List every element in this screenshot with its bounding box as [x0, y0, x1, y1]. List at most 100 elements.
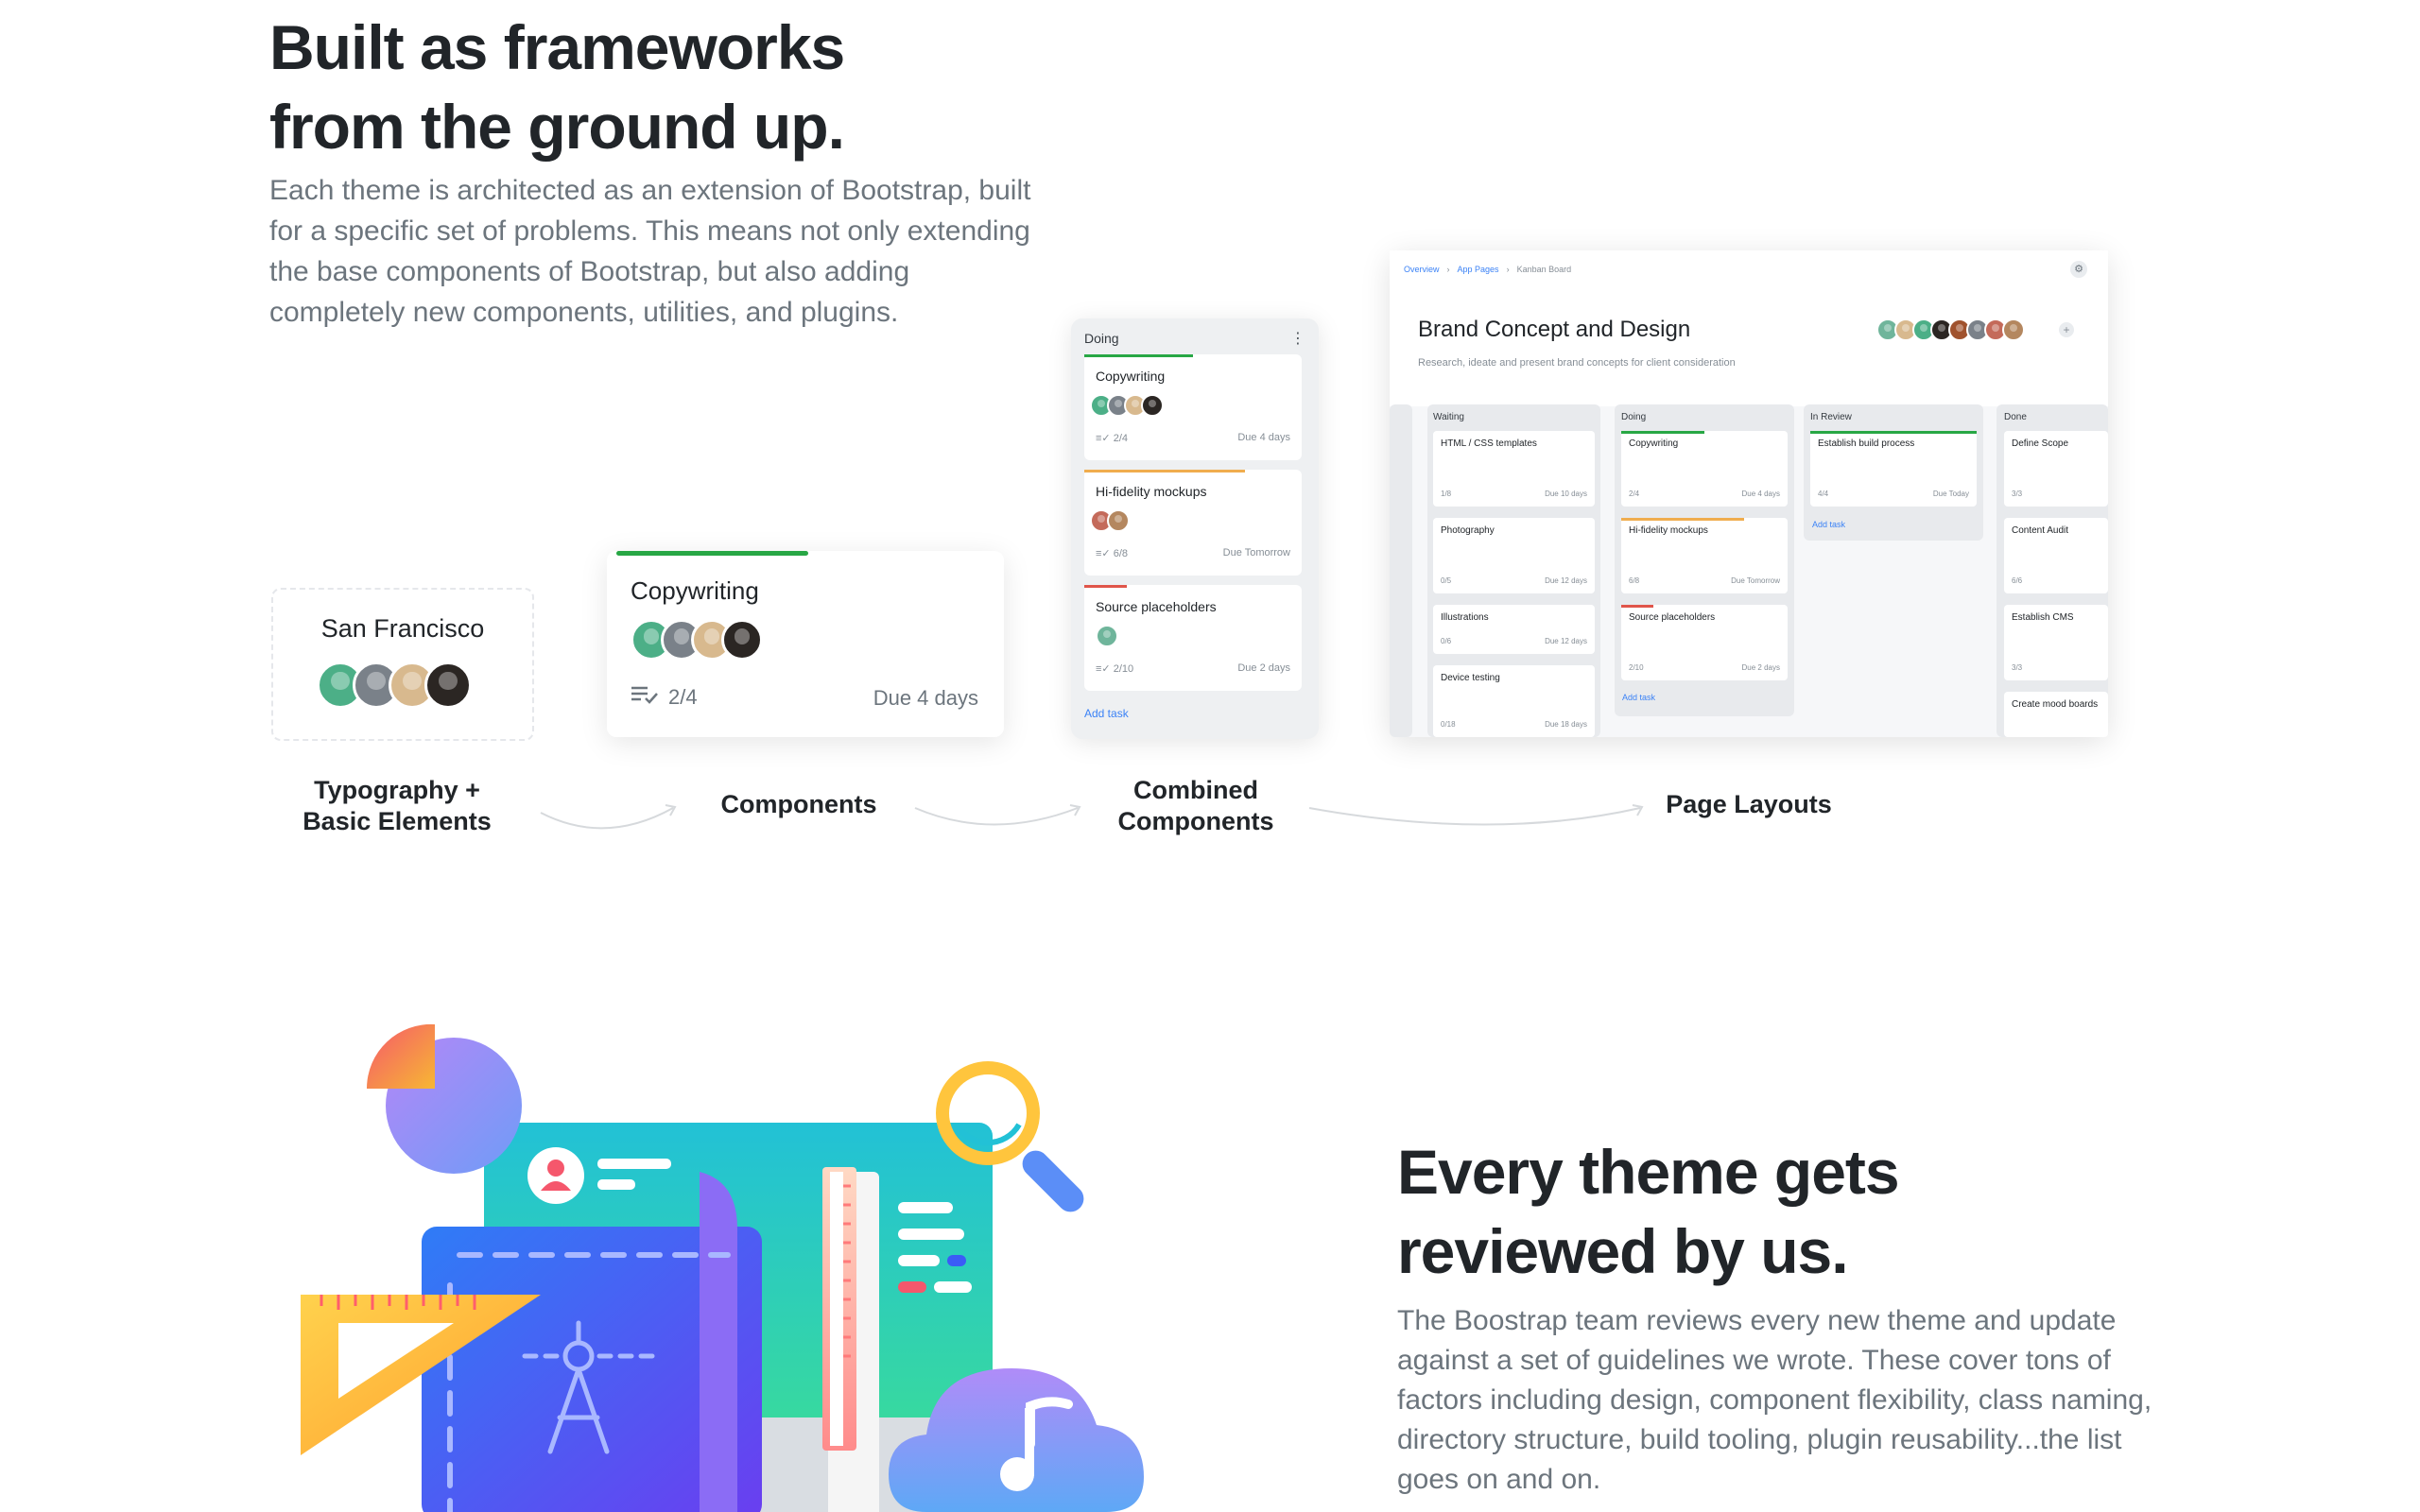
kanban-card[interactable]: Content Audit 6/6 [2004, 518, 2108, 593]
task-checklist-count: 2/4 [1113, 433, 1128, 444]
kanban-card-checklist: 0/6 [1441, 637, 1452, 645]
breadcrumb-separator: › [1446, 265, 1450, 274]
stage-label-components: Components [720, 790, 877, 818]
stage-label-typography-line1: Typography + [314, 776, 480, 804]
kanban-card[interactable]: Illustrations 0/6 Due 12 days [1433, 605, 1595, 654]
kanban-card-checklist: 3/3 [2012, 663, 2023, 672]
arrow-head [1069, 804, 1081, 816]
task-avatars [1096, 625, 1118, 647]
task-progress-bar [1084, 470, 1245, 472]
gear-icon[interactable]: ⚙ [2070, 261, 2087, 278]
kanban-card-title: Establish CMS [2012, 612, 2074, 623]
kanban-column-title: Done [2004, 412, 2027, 422]
kanban-card-checklist: 0/18 [1441, 720, 1456, 729]
kanban-column-title: In Review [1810, 412, 1852, 422]
hero-lead: Each theme is architected as an extensio… [269, 175, 1031, 328]
add-task-link[interactable]: Add task [1812, 520, 1845, 529]
task-checklist-count: 2/10 [1113, 663, 1134, 675]
component-card-title: Copywriting [631, 576, 759, 605]
task-progress-bar [1084, 354, 1193, 357]
blueprint-fold [700, 1172, 737, 1512]
kanban-card-checklist: 4/4 [1818, 490, 1829, 498]
magnifier-icon-handle [1022, 1150, 1084, 1212]
add-task-link[interactable]: Add task [1622, 693, 1655, 702]
hero-title-line1: Built as frameworks [269, 12, 845, 82]
kanban-card-title: Hi-fidelity mockups [1629, 525, 1708, 536]
task-checklist-count: 6/8 [1113, 548, 1128, 559]
add-member-icon[interactable]: + [2059, 322, 2074, 337]
kanban-card-checklist: 6/8 [1629, 576, 1640, 585]
task-checklist: ≡✓ 2/4 [1096, 433, 1128, 444]
review-illustration [301, 1023, 1144, 1512]
more-vertical-icon[interactable]: ⋮ [1290, 329, 1305, 348]
kanban-card[interactable]: Create mood boards [2004, 692, 2108, 737]
combined-task-card[interactable]: Hi-fidelity mockups ≡✓ 6/8 Due Tomorrow [1084, 470, 1302, 576]
hero-title-line2: from the ground up. [269, 92, 845, 162]
kanban-card[interactable]: HTML / CSS templates 1/8 Due 10 days [1433, 431, 1595, 507]
avatar [721, 619, 763, 661]
kanban-column-title: Doing [1621, 412, 1647, 422]
avatar [1141, 394, 1164, 417]
board-text-line [898, 1228, 964, 1240]
combined-task-card[interactable]: Source placeholders ≡✓ 2/10 Due 2 days [1084, 585, 1302, 691]
task-progress-bar [1621, 518, 1744, 521]
board-text-line [934, 1281, 972, 1293]
breadcrumb: Overview › App Pages › Kanban Board [1404, 265, 1571, 274]
kanban-card-title: Source placeholders [1629, 612, 1716, 623]
task-progress-bar [1621, 431, 1704, 434]
kanban-card[interactable]: Hi-fidelity mockups 6/8 Due Tomorrow [1621, 518, 1788, 593]
task-due: Due Tomorrow [1222, 547, 1290, 558]
avatar [424, 662, 472, 709]
breadcrumb-item: Kanban Board [1516, 265, 1572, 274]
arrow-typography-to-components [540, 807, 674, 830]
kanban-card[interactable]: Photography 0/5 Due 12 days [1433, 518, 1595, 593]
avatar [1107, 509, 1130, 532]
avatar [1096, 625, 1118, 647]
kanban-card-title: Create mood boards [2012, 699, 2099, 710]
kanban-column-partial [1390, 404, 1412, 737]
breadcrumb-separator: › [1506, 265, 1510, 274]
kanban-card-due: Due 4 days [1741, 490, 1780, 498]
checklist-icon [631, 685, 659, 710]
stage-label-page-layouts: Page Layouts [1666, 790, 1832, 818]
page-member-avatars [1876, 318, 2025, 341]
breadcrumb-item[interactable]: Overview [1404, 265, 1440, 274]
task-due: Due 2 days [1237, 662, 1290, 674]
board-text-line [597, 1179, 635, 1190]
kanban-card-title: Photography [1441, 525, 1495, 536]
kanban-card-due: Due 10 days [1545, 490, 1587, 498]
kanban-card[interactable]: Device testing 0/18 Due 18 days [1433, 665, 1595, 737]
task-title: Source placeholders [1096, 599, 1217, 614]
breadcrumb-item[interactable]: App Pages [1458, 265, 1499, 274]
task-avatars [1090, 394, 1164, 417]
stage-label-combined-line1: Combined [1133, 776, 1258, 804]
task-progress-bar [1084, 585, 1127, 588]
kanban-card[interactable]: Copywriting 2/4 Due 4 days [1621, 431, 1788, 507]
kanban-card-due: Due 12 days [1545, 576, 1587, 585]
arrow-head [665, 804, 677, 816]
component-card-avatars [631, 619, 763, 661]
arrow-head [1632, 804, 1644, 816]
typography-city: San Francisco [320, 614, 485, 643]
add-task-link[interactable]: Add task [1084, 707, 1129, 720]
component-card-progress-bar [616, 551, 808, 556]
task-due: Due 4 days [1237, 432, 1290, 443]
kanban-card[interactable]: Establish CMS 3/3 [2004, 605, 2108, 680]
hero-title: Built as frameworks from the ground up. [269, 8, 1120, 166]
component-card-checklist: 2/4 [631, 685, 698, 710]
kanban-card[interactable]: Define Scope 3/3 [2004, 431, 2108, 507]
kanban-card-due: Due Today [1932, 490, 1969, 498]
combined-task-card[interactable]: Copywriting ≡✓ 2/4 Due 4 days [1084, 354, 1302, 460]
kanban-card-title: Define Scope [2012, 438, 2069, 449]
kanban-card-due: Due 18 days [1545, 720, 1587, 729]
kanban-card-title: Copywriting [1629, 438, 1679, 449]
task-title: Copywriting [1096, 369, 1166, 384]
kanban-card-checklist: 6/6 [2012, 576, 2023, 585]
music-note-stem [1025, 1408, 1034, 1476]
kanban-card-due: Due 12 days [1545, 637, 1587, 645]
review-title-line1: Every theme gets [1397, 1137, 1900, 1207]
kanban-card[interactable]: Establish build process 4/4 Due Today [1810, 431, 1977, 507]
task-avatars [1090, 509, 1130, 532]
kanban-card[interactable]: Source placeholders 2/10 Due 2 days [1621, 605, 1788, 680]
stage-label-typography-line2: Basic Elements [302, 807, 492, 835]
